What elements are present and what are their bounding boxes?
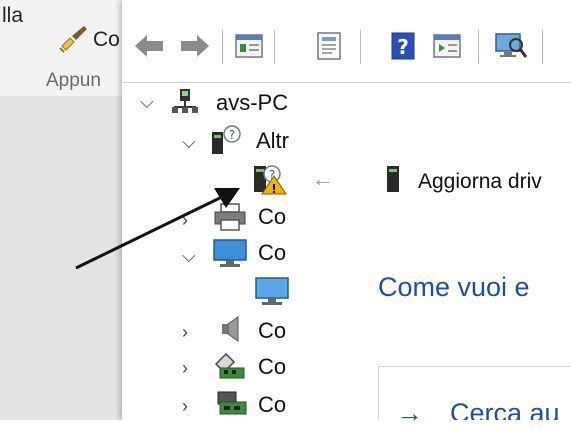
annotation-arrow-icon: [75, 188, 240, 270]
